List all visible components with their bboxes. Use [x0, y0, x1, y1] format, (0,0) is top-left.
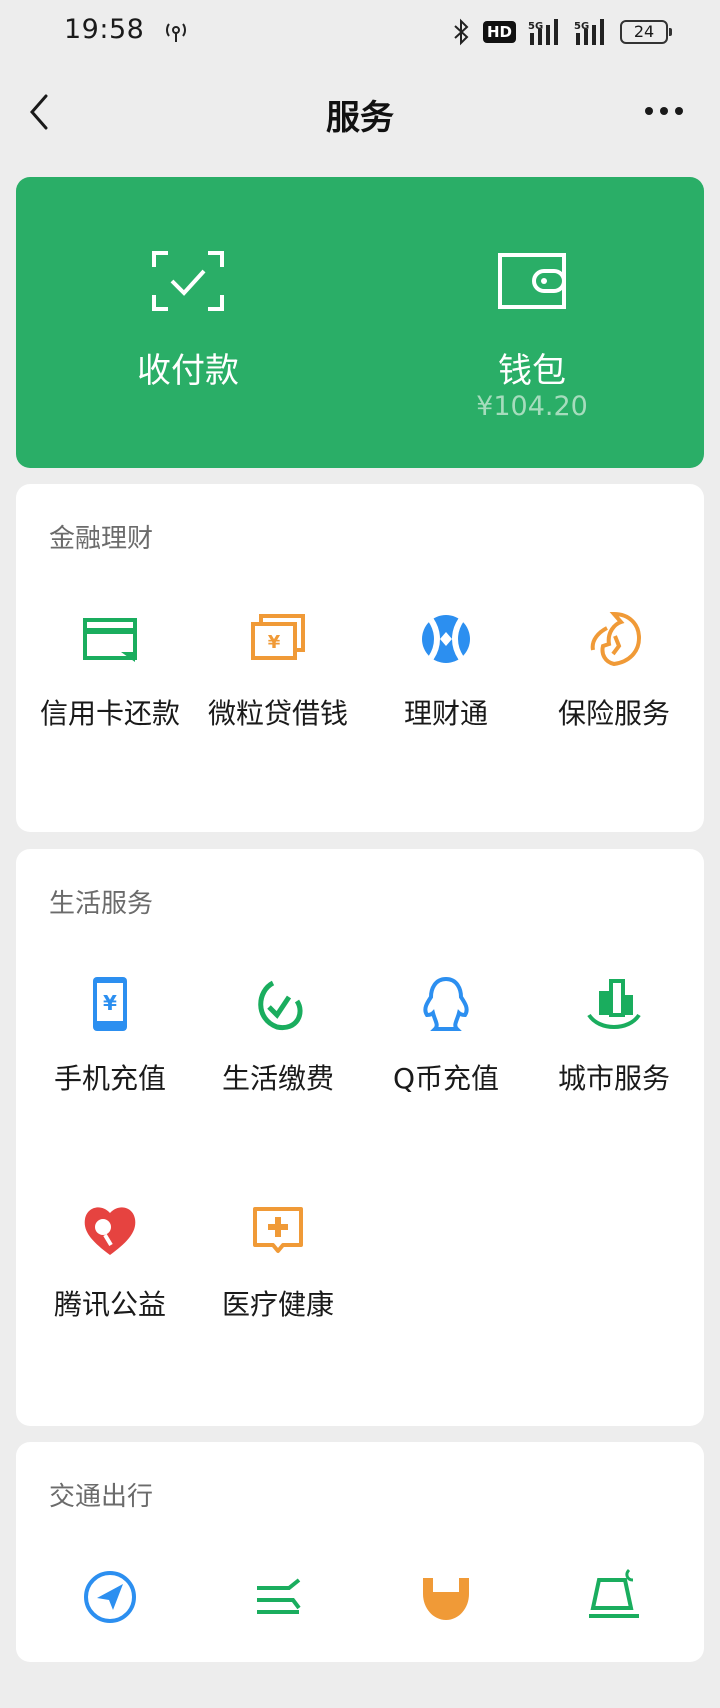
utility-bill-icon	[258, 980, 303, 1031]
transport-item-4[interactable]	[528, 1568, 700, 1708]
page-title: 服务	[326, 98, 394, 138]
hd-badge: HD	[482, 21, 516, 43]
transport-item-3[interactable]	[360, 1568, 532, 1708]
battery-icon: 24	[620, 20, 672, 44]
wealth-label: 理财通	[403, 697, 488, 730]
city-service-label: 城市服务	[557, 1062, 670, 1095]
loan-label: 微粒贷借钱	[207, 697, 348, 730]
wealth-button[interactable]: 理财通	[360, 610, 532, 750]
credit-card-icon	[83, 618, 137, 662]
nav-bar: 服务	[0, 64, 720, 164]
svg-text:¥: ¥	[103, 991, 117, 1015]
phone-recharge-button[interactable]: ¥ 手机充值	[24, 975, 196, 1115]
utility-bill-button[interactable]: 生活缴费	[192, 975, 364, 1115]
life-section-title: 生活服务	[49, 889, 154, 919]
more-icon[interactable]	[644, 104, 684, 118]
navigation-icon	[84, 1571, 136, 1623]
status-bar: 19:58 HD 5G 5G 24	[0, 0, 720, 64]
charity-button[interactable]: 腾讯公益	[24, 1201, 196, 1341]
train-plane-icon	[257, 1578, 301, 1614]
transport-item-2[interactable]	[192, 1568, 364, 1708]
medical-label: 医疗健康	[221, 1288, 334, 1321]
medical-icon	[253, 1207, 303, 1253]
top-card: 收付款 钱包 ¥104.20	[16, 177, 704, 468]
charity-label: 腾讯公益	[53, 1288, 166, 1321]
qq-coin-button[interactable]: Q币充值	[360, 975, 532, 1115]
hotel-icon	[589, 1568, 639, 1618]
utility-bill-label: 生活缴费	[221, 1062, 334, 1095]
phone-recharge-icon: ¥	[93, 977, 127, 1031]
finance-section: 金融理财 信用卡还款 ¥ 微粒贷借钱 理财通 保险服务	[16, 484, 704, 832]
pay-label: 收付款	[137, 351, 239, 391]
city-service-icon	[587, 979, 641, 1029]
svg-text:¥: ¥	[268, 632, 281, 653]
qq-coin-icon	[423, 976, 469, 1031]
bluetooth-icon	[454, 18, 469, 46]
wealth-icon	[422, 615, 470, 663]
signal-icon-2: 5G	[574, 19, 604, 45]
status-time: 19:58	[64, 14, 145, 45]
city-service-button[interactable]: 城市服务	[528, 975, 700, 1115]
wallet-icon	[498, 253, 566, 309]
signal-icon: 5G	[528, 19, 558, 45]
transport-section: 交通出行	[16, 1442, 704, 1662]
transport-item-1[interactable]	[24, 1568, 196, 1708]
insurance-label: 保险服务	[557, 697, 670, 730]
scan-pay-icon	[152, 251, 224, 311]
phone-recharge-label: 手机充值	[53, 1062, 166, 1095]
didi-icon	[423, 1578, 469, 1620]
medical-button[interactable]: 医疗健康	[192, 1201, 364, 1341]
insurance-icon	[590, 611, 642, 667]
hotspot-icon	[166, 23, 186, 42]
pay-button[interactable]: 收付款	[16, 177, 360, 468]
loan-icon: ¥	[251, 614, 305, 660]
wallet-button[interactable]: 钱包 ¥104.20	[360, 177, 704, 468]
life-section: 生活服务 ¥ 手机充值 生活缴费 Q币充值 城市服务 腾讯公益 医疗健康	[16, 849, 704, 1426]
transport-section-title: 交通出行	[49, 1482, 154, 1512]
insurance-button[interactable]: 保险服务	[528, 610, 700, 750]
charity-icon	[84, 1207, 136, 1255]
loan-button[interactable]: ¥ 微粒贷借钱	[192, 610, 364, 750]
finance-section-title: 金融理财	[49, 524, 154, 554]
credit-card-repay-button[interactable]: 信用卡还款	[24, 610, 196, 750]
battery-level: 24	[633, 22, 655, 41]
wallet-balance: ¥104.20	[476, 391, 588, 422]
wallet-label: 钱包	[498, 351, 566, 391]
qq-coin-label: Q币充值	[392, 1062, 500, 1095]
credit-card-repay-label: 信用卡还款	[39, 697, 180, 730]
